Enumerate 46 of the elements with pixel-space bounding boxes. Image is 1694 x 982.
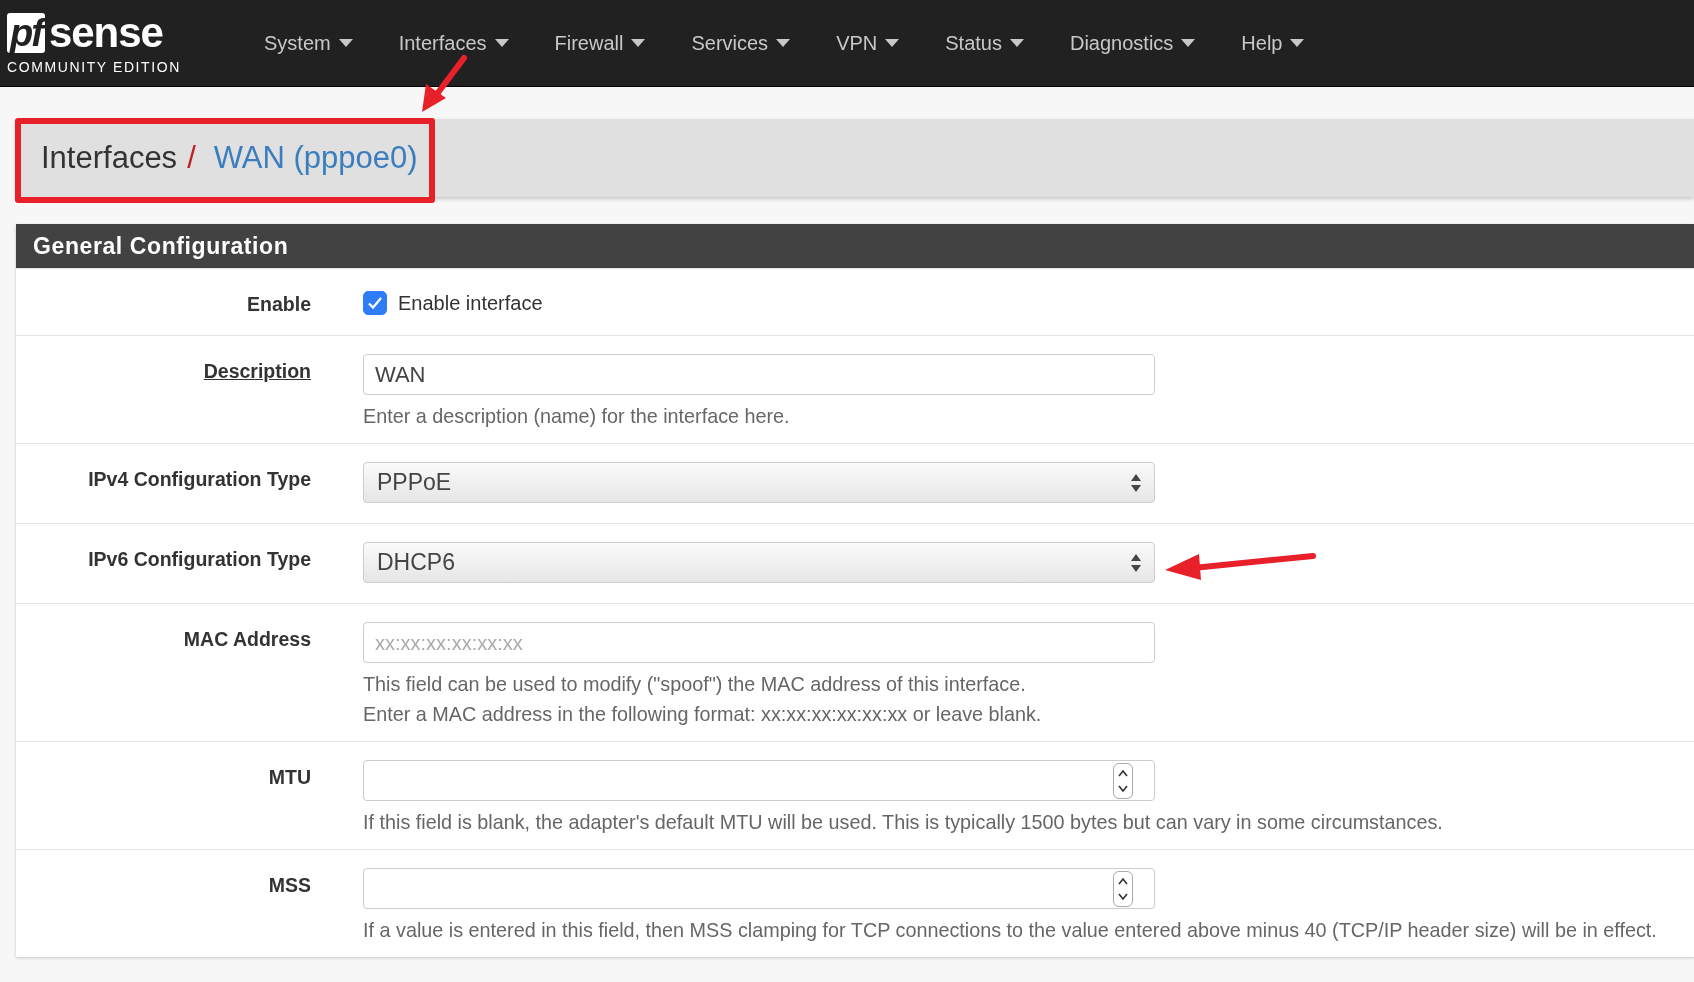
spinner-icon[interactable] bbox=[1113, 870, 1133, 907]
field-label: MAC Address bbox=[183, 628, 311, 650]
logo-name: sense bbox=[48, 11, 163, 55]
edition-label: COMMUNITY EDITION bbox=[7, 59, 182, 75]
check-icon bbox=[367, 296, 383, 310]
caret-icon bbox=[1290, 39, 1305, 47]
field-label: Enable bbox=[247, 293, 311, 315]
caret-icon bbox=[631, 39, 646, 47]
field-label: IPv6 Configuration Type bbox=[88, 548, 311, 570]
nav-menu-item[interactable]: VPN bbox=[828, 31, 908, 55]
logo-mark: pf bbox=[7, 13, 45, 53]
help-text: Enter a description (name) for the interface here. bbox=[363, 405, 790, 427]
nav-menu-item[interactable]: Status bbox=[937, 31, 1032, 55]
text-field[interactable]: WAN bbox=[363, 354, 1155, 395]
field-label: MTU bbox=[268, 766, 311, 788]
caret-icon bbox=[494, 39, 509, 47]
help-text: Enter a MAC address in the following format: xx:xx:xx:xx:xx:xx or leave blank. bbox=[363, 703, 1042, 725]
select-dropdown[interactable]: DHCP6 bbox=[363, 542, 1155, 583]
nav-menu-item[interactable]: Services bbox=[683, 31, 799, 55]
breadcrumb-separator: / bbox=[187, 140, 196, 176]
spinner-icon[interactable] bbox=[1113, 762, 1133, 799]
checkbox-label: Enable interface bbox=[398, 291, 543, 315]
nav-menu-item[interactable]: Diagnostics bbox=[1061, 31, 1204, 55]
caret-icon bbox=[338, 39, 353, 47]
field-label: MSS bbox=[268, 874, 311, 896]
text-field[interactable]: xx:xx:xx:xx:xx:xx bbox=[363, 622, 1155, 663]
select-dropdown[interactable]: PPPoE bbox=[363, 462, 1155, 503]
help-text: If a value is entered in this field, then MSS clamping for TCP connections to the value entered above minus 40 (TCP/IP header size) will be in effect. bbox=[363, 919, 1657, 941]
help-text: This field can be used to modify ("spoof") the MAC address of this interface. bbox=[363, 673, 1026, 695]
nav-menu-item[interactable]: Interfaces bbox=[390, 31, 517, 55]
number-field[interactable] bbox=[363, 760, 1155, 801]
field-label[interactable]: Description bbox=[203, 360, 311, 382]
caret-icon bbox=[1009, 39, 1024, 47]
nav-menu-item[interactable]: Help bbox=[1233, 31, 1313, 55]
number-field[interactable] bbox=[363, 868, 1155, 909]
nav-menu-item[interactable]: System bbox=[256, 31, 361, 55]
breadcrumb-parent: Interfaces bbox=[41, 140, 178, 176]
caret-icon bbox=[885, 39, 900, 47]
field-label: IPv4 Configuration Type bbox=[88, 468, 311, 490]
nav-menu-item[interactable]: Firewall bbox=[546, 31, 654, 55]
checkbox[interactable] bbox=[363, 291, 387, 315]
help-text: If this field is blank, the adapter's default MTU will be used. This is typically 1500 bytes but can vary in some circumstances. bbox=[363, 811, 1443, 833]
caret-icon bbox=[1181, 39, 1196, 47]
caret-icon bbox=[776, 39, 791, 47]
panel-title: General Configuration bbox=[33, 232, 289, 260]
annotation-arrow-icon bbox=[420, 54, 468, 114]
